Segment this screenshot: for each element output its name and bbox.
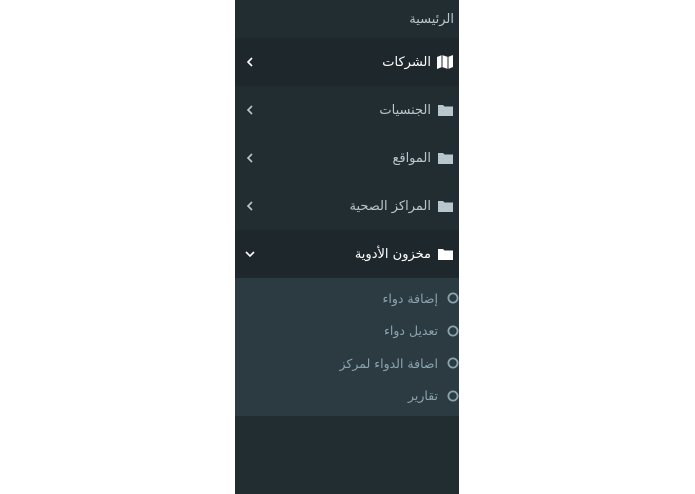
circle-icon: [447, 325, 459, 337]
sidebar-item-label: الجنسيات: [379, 102, 431, 118]
chevron-down-icon: [245, 249, 255, 259]
sidebar-item-nationalities[interactable]: الجنسيات: [235, 86, 459, 134]
chevron-left-icon: [245, 153, 255, 163]
folder-icon: [437, 246, 453, 262]
submenu-medicine-stock: إضافة دواء تعديل دواء اضافة الدواء لمركز…: [235, 278, 459, 416]
sidebar-item-label: مخزون الأدوية: [354, 246, 431, 262]
sidebar-item-health-centers[interactable]: المراكز الصحية: [235, 182, 459, 230]
sidebar-item-label: الشركات: [382, 54, 431, 70]
submenu-item-label: اضافة الدواء لمركز: [339, 355, 438, 371]
submenu-item-label: تقارير: [407, 388, 438, 404]
chevron-left-icon: [245, 201, 255, 211]
submenu-item-label: تعديل دواء: [384, 323, 438, 339]
submenu-item-label: إضافة دواء: [382, 290, 439, 306]
chevron-left-icon: [245, 57, 255, 67]
sidebar: الرئيسية الشركات الجنسيات المواقع المراك…: [235, 0, 459, 494]
sidebar-header-label: الرئيسية: [409, 11, 454, 27]
circle-icon: [447, 292, 459, 304]
sidebar-header[interactable]: الرئيسية: [235, 0, 459, 38]
submenu-item-add-medicine[interactable]: إضافة دواء: [235, 282, 459, 315]
chevron-left-icon: [245, 105, 255, 115]
folder-icon: [437, 198, 453, 214]
folder-icon: [437, 150, 453, 166]
map-icon: [437, 54, 453, 70]
sidebar-item-locations[interactable]: المواقع: [235, 134, 459, 182]
sidebar-item-label: المراكز الصحية: [349, 198, 432, 214]
sidebar-item-companies[interactable]: الشركات: [235, 38, 459, 86]
submenu-item-edit-medicine[interactable]: تعديل دواء: [235, 315, 459, 348]
circle-icon: [447, 390, 459, 402]
submenu-item-add-medicine-to-center[interactable]: اضافة الدواء لمركز: [235, 347, 459, 380]
sidebar-item-label: المواقع: [392, 150, 431, 166]
folder-icon: [437, 102, 453, 118]
submenu-item-reports[interactable]: تقارير: [235, 380, 459, 413]
circle-icon: [447, 357, 459, 369]
sidebar-item-medicine-stock[interactable]: مخزون الأدوية: [235, 230, 459, 278]
